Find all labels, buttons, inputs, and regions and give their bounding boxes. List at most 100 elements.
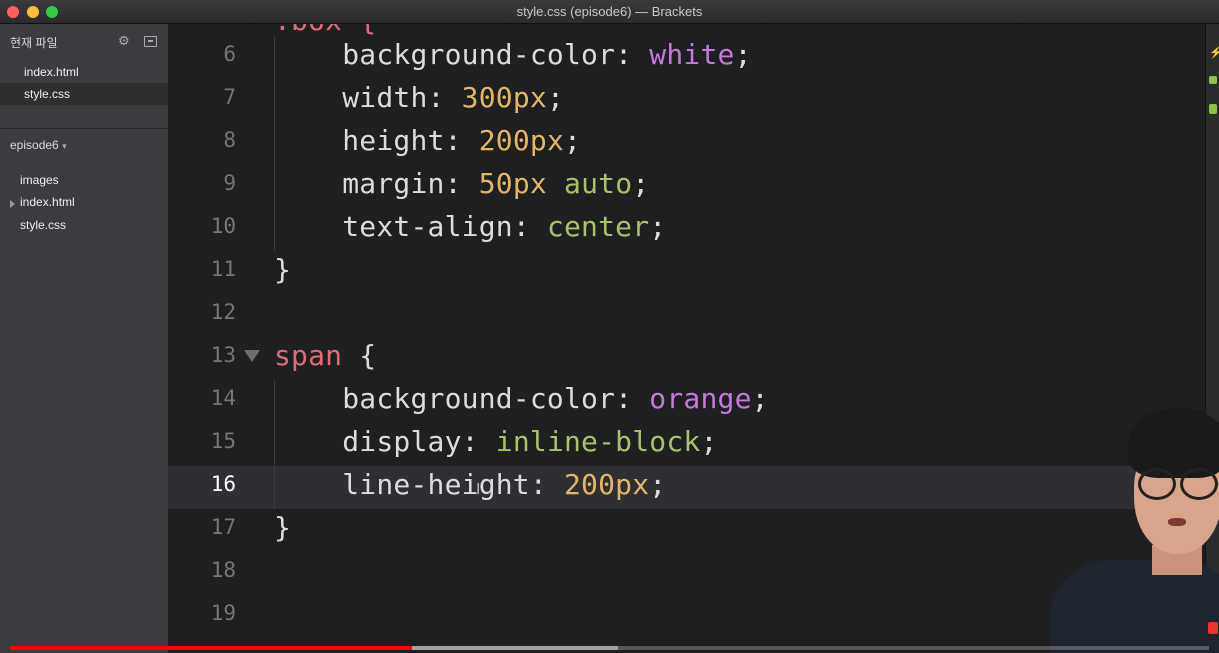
code-line[interactable]: 7 width: 300px;	[168, 79, 1205, 122]
glasses-icon	[1138, 468, 1176, 500]
prop-token: line-height	[342, 468, 530, 501]
working-files-header: 현재 파일	[10, 36, 58, 50]
punc-token: :	[529, 468, 564, 501]
line-number: 17	[210, 515, 236, 539]
line-number: 6	[223, 42, 236, 66]
val-green-token: auto	[564, 167, 633, 200]
split-view-icon[interactable]	[144, 36, 157, 47]
punc-token: ;	[632, 167, 650, 200]
live-preview-icon[interactable]: ⚡	[1209, 46, 1219, 59]
val-purple-token: white	[649, 38, 735, 71]
working-file-item[interactable]: index.html	[0, 61, 168, 83]
fold-arrow-icon[interactable]	[244, 350, 260, 362]
code-line[interactable]: 6 background-color: white;	[168, 36, 1205, 79]
punc-token: ;	[649, 210, 667, 243]
punc-token: ;	[564, 124, 582, 157]
badge-icon	[1208, 622, 1218, 634]
plugin-icon[interactable]	[1209, 104, 1217, 114]
prop-token: height	[342, 124, 445, 157]
prop-token: display	[342, 425, 462, 458]
val-num-token: 200px	[564, 468, 650, 501]
tree-file-style[interactable]: style.css	[20, 215, 66, 235]
line-number: 7	[223, 85, 236, 109]
punc-token: ;	[734, 38, 752, 71]
prop-token: background-color	[342, 38, 616, 71]
prop-token: text-align	[342, 210, 513, 243]
val-num-token: 50px	[478, 167, 547, 200]
punc-token: :	[427, 81, 462, 114]
text-cursor-icon: I	[476, 481, 480, 501]
punc-token: :	[615, 38, 650, 71]
punc-token: ;	[649, 468, 667, 501]
brace-token: {	[342, 339, 377, 372]
punc-token: ;	[546, 81, 565, 114]
code-line[interactable]: 8 height: 200px;	[168, 122, 1205, 165]
val-num-token: 300px	[461, 81, 547, 114]
project-name: episode6	[10, 138, 59, 152]
val-purple-token: orange	[649, 382, 752, 415]
code-line[interactable]: 10 text-align: center;	[168, 208, 1205, 251]
line-number: 12	[210, 300, 236, 324]
presenter-mouth	[1168, 518, 1186, 526]
val-green-token: center	[546, 210, 650, 243]
line-number: 8	[223, 128, 236, 152]
code-text: margin: 50px auto;	[274, 167, 649, 200]
code-text: height: 200px;	[274, 124, 581, 157]
working-file-item-active[interactable]: style.css	[0, 83, 168, 105]
line-number: 14	[210, 386, 236, 410]
sel-token: span	[274, 339, 343, 372]
code-text: background-color: white;	[274, 38, 752, 71]
line-number: 10	[210, 214, 236, 238]
presenter-hair	[1128, 408, 1219, 478]
extension-manager-icon[interactable]	[1209, 76, 1217, 84]
code-line[interactable]: 9 margin: 50px auto;	[168, 165, 1205, 208]
glasses-icon	[1180, 468, 1218, 500]
code-text: }	[274, 253, 291, 286]
code-text: }	[274, 511, 291, 544]
folder-expand-icon[interactable]	[10, 200, 15, 208]
line-number: 13	[210, 343, 236, 367]
title-bar: style.css (episode6) — Brackets	[0, 0, 1219, 24]
sidebar-divider	[0, 128, 168, 129]
sidebar: 현재 파일 ⚙ index.html style.css episode6 ▾ …	[0, 24, 168, 653]
line-number: 16	[210, 472, 236, 496]
video-progress-bar[interactable]	[10, 646, 1209, 650]
punc-token: :	[444, 124, 479, 157]
project-dropdown[interactable]: episode6 ▾	[10, 138, 67, 152]
brace-token: }	[274, 253, 292, 286]
webcam-overlay	[1040, 400, 1219, 653]
prop-token: width	[342, 81, 428, 114]
punc-token: ;	[700, 425, 718, 458]
chevron-down-icon: ▾	[62, 141, 67, 151]
punc-token: :	[461, 425, 496, 458]
code-text: text-align: center;	[274, 210, 666, 243]
punc-token: ;	[751, 382, 769, 415]
window-title: style.css (episode6) — Brackets	[516, 4, 703, 19]
code-text: span {	[274, 339, 376, 372]
gear-icon[interactable]: ⚙	[118, 33, 130, 49]
prop-token: background-color	[342, 382, 616, 415]
working-file-label: index.html	[24, 65, 79, 79]
tree-file-index[interactable]: index.html	[20, 192, 75, 212]
working-file-label: style.css	[24, 87, 71, 101]
code-line[interactable]: 12	[168, 294, 1205, 337]
code-text: line-height: 200px;	[274, 468, 666, 501]
brace-token: }	[274, 511, 292, 544]
code-text: background-color: orange;	[274, 382, 769, 415]
punc-token	[547, 167, 564, 200]
punc-token: :	[615, 382, 650, 415]
prop-token: margin	[342, 167, 445, 200]
video-played-bar	[10, 646, 412, 650]
line-number: 18	[210, 558, 236, 582]
punc-token: :	[444, 167, 479, 200]
code-line[interactable]: 11}	[168, 251, 1205, 294]
code-line[interactable]: 13 span {	[168, 337, 1205, 380]
tree-folder-images[interactable]: images	[20, 170, 59, 190]
code-text: display: inline-block;	[274, 425, 718, 458]
val-num-token: 200px	[478, 124, 565, 157]
punc-token: :	[512, 210, 547, 243]
line-number: 11	[210, 257, 236, 281]
line-number: 15	[210, 429, 236, 453]
line-number: 19	[210, 601, 236, 625]
code-text: width: 300px;	[274, 81, 564, 114]
